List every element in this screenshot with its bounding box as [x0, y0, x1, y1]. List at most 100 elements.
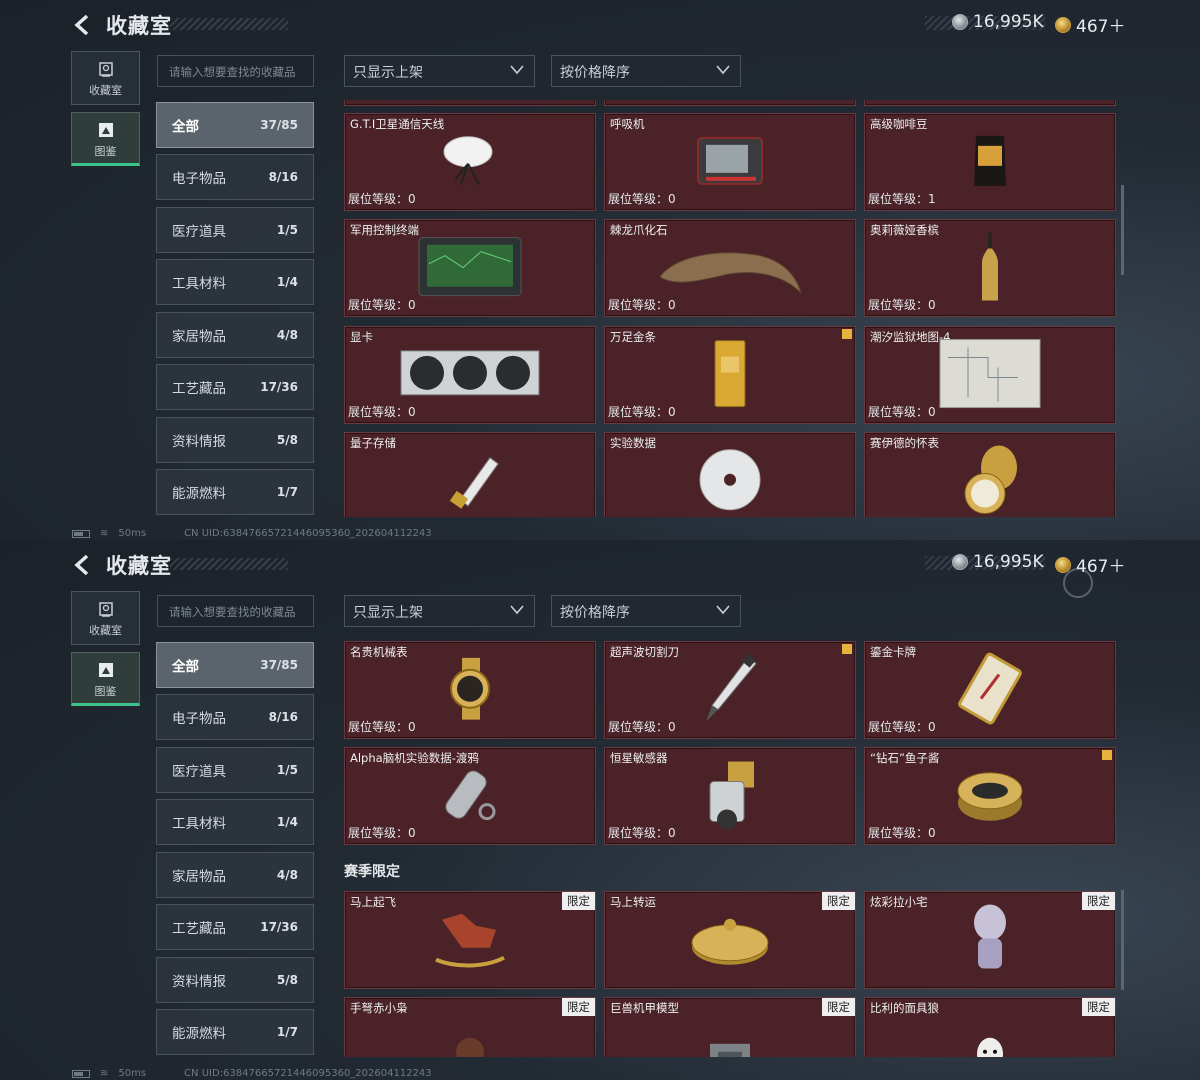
- collection-room-icon: [98, 62, 113, 77]
- collection-card[interactable]: 显卡 展位等级：0: [344, 326, 596, 424]
- satellite-dish-icon: [443, 136, 493, 186]
- collection-card[interactable]: [864, 100, 1116, 106]
- nav-codex[interactable]: 图鉴: [71, 652, 140, 706]
- claw-fossil-icon: [659, 252, 802, 294]
- back-arrow-icon[interactable]: [72, 554, 94, 576]
- category-medical[interactable]: 医疗道具 1/5: [156, 207, 314, 253]
- collection-card[interactable]: 鎏金卡牌 展位等级：0: [864, 641, 1116, 739]
- nav-collection-room[interactable]: 收藏室: [71, 591, 140, 645]
- figurine-icon: [974, 904, 1006, 969]
- collection-card[interactable]: 名贵机械表 展位等级：0: [344, 641, 596, 739]
- category-medical[interactable]: 医疗道具 1/5: [156, 747, 314, 793]
- category-all[interactable]: 全部 37/85: [156, 102, 314, 148]
- page-title: 收藏室: [106, 14, 172, 38]
- collection-card[interactable]: Alpha脑机实验数据-渡鸦 展位等级：0: [344, 747, 596, 845]
- collection-card[interactable]: “钻石”鱼子酱 展位等级：0: [864, 747, 1116, 845]
- ventilator-icon: [697, 136, 763, 185]
- data-capsule-icon: [445, 770, 496, 821]
- category-crafts[interactable]: 工艺藏品 17/36: [156, 904, 314, 950]
- category-tools[interactable]: 工具材料 1/4: [156, 259, 314, 305]
- category-energy[interactable]: 能源燃料 1/7: [156, 1009, 314, 1055]
- limited-badge: 限定: [1082, 892, 1115, 910]
- terminal-icon: [418, 237, 522, 297]
- search-input[interactable]: 请输入想要查找的收藏品: [157, 55, 314, 87]
- category-electronics[interactable]: 电子物品 8/16: [156, 154, 314, 200]
- collection-card[interactable]: 奥莉薇娅香槟 展位等级：0: [864, 219, 1116, 317]
- puppet-mask-icon: [977, 1037, 1003, 1057]
- fortune-wheel-icon: [691, 918, 769, 965]
- collection-card[interactable]: 恒星敏感器 展位等级：0: [604, 747, 856, 845]
- title-decoration: [170, 558, 288, 570]
- nav-collection-room[interactable]: 收藏室: [71, 51, 140, 105]
- collection-card-limited[interactable]: 巨兽机甲模型 限定: [604, 997, 856, 1057]
- category-energy[interactable]: 能源燃料 1/7: [156, 469, 314, 515]
- collection-card[interactable]: [604, 100, 856, 106]
- collection-card[interactable]: 棘龙爪化石 展位等级：0: [604, 219, 856, 317]
- collection-card-limited[interactable]: 马上起飞 限定: [344, 891, 596, 989]
- search-input[interactable]: 请输入想要查找的收藏品: [157, 595, 314, 627]
- silver-currency: 16,995K: [952, 552, 1044, 572]
- category-intel[interactable]: 资料情报 5/8: [156, 957, 314, 1003]
- warning-badge: [842, 329, 852, 339]
- display-filter-dropdown[interactable]: 只显示上架: [344, 55, 535, 87]
- collection-card[interactable]: 军用控制终端 展位等级：0: [344, 219, 596, 317]
- gold-bar-icon: [714, 340, 746, 408]
- collection-card[interactable]: 实验数据: [604, 432, 856, 517]
- sort-dropdown[interactable]: 按价格降序: [551, 595, 741, 627]
- collection-grid: 名贵机械表 展位等级：0 超声波切割刀 展位等级：0 鎏金卡牌 展位等级：0 A…: [344, 640, 1124, 1057]
- limited-badge: 限定: [822, 892, 855, 910]
- gold-currency[interactable]: 467＋: [1055, 12, 1125, 37]
- back-arrow-icon[interactable]: [72, 14, 94, 36]
- warning-badge: [842, 644, 852, 654]
- wifi-icon: ≋: [100, 528, 109, 539]
- collection-card[interactable]: 量子存储: [344, 432, 596, 517]
- hooded-figure-icon: [456, 1037, 484, 1057]
- collection-card[interactable]: 呼吸机 展位等级：0: [604, 113, 856, 211]
- collection-panel-top: 收藏室 16,995K 467＋ 收藏室 图鉴 请输入想要查找的收藏品 全部 37…: [0, 0, 1200, 540]
- category-electronics[interactable]: 电子物品 8/16: [156, 694, 314, 740]
- category-all[interactable]: 全部 37/85: [156, 642, 314, 688]
- chevron-down-icon: [716, 605, 730, 615]
- category-tools[interactable]: 工具材料 1/4: [156, 799, 314, 845]
- category-home[interactable]: 家居物品 4/8: [156, 852, 314, 898]
- collection-card[interactable]: 超声波切割刀 展位等级：0: [604, 641, 856, 739]
- category-home[interactable]: 家居物品 4/8: [156, 312, 314, 358]
- nav-codex[interactable]: 图鉴: [71, 112, 140, 166]
- collection-card[interactable]: 潮汐监狱地图-4 展位等级：0: [864, 326, 1116, 424]
- codex-icon: [98, 663, 113, 677]
- category-crafts[interactable]: 工艺藏品 17/36: [156, 364, 314, 410]
- scrollbar[interactable]: [1121, 890, 1124, 990]
- collection-card[interactable]: [344, 100, 596, 106]
- usb-drive-icon: [449, 457, 499, 509]
- coffee-bag-icon: [974, 135, 1006, 186]
- sensor-icon: [709, 761, 754, 830]
- target-reticle-icon: [1063, 568, 1093, 598]
- sort-dropdown[interactable]: 按价格降序: [551, 55, 741, 87]
- display-filter-dropdown[interactable]: 只显示上架: [344, 595, 535, 627]
- gilded-card-icon: [958, 652, 1022, 725]
- collection-card[interactable]: 赛伊德的怀表: [864, 432, 1116, 517]
- collection-card[interactable]: 万足金条 展位等级：0: [604, 326, 856, 424]
- warning-badge: [1102, 750, 1112, 760]
- silver-coin-icon: [952, 14, 968, 30]
- silver-currency: 16,995K: [952, 12, 1044, 32]
- collection-card-limited[interactable]: 炫彩拉小宅 限定: [864, 891, 1116, 989]
- title-decoration: [170, 18, 288, 30]
- collection-card-limited[interactable]: 手弩赤小枭 限定: [344, 997, 596, 1057]
- collection-card-limited[interactable]: 马上转运 限定: [604, 891, 856, 989]
- limited-badge: 限定: [562, 892, 595, 910]
- section-title-season: 赛季限定: [344, 864, 400, 880]
- scrollbar[interactable]: [1121, 185, 1124, 275]
- champagne-icon: [982, 232, 998, 301]
- collection-card-limited[interactable]: 比利的面具狼 限定: [864, 997, 1116, 1057]
- limited-badge: 限定: [822, 998, 855, 1016]
- chevron-down-icon: [510, 605, 524, 615]
- cutter-icon: [706, 653, 757, 722]
- category-intel[interactable]: 资料情报 5/8: [156, 417, 314, 463]
- codex-icon: [98, 123, 113, 137]
- limited-badge: 限定: [1082, 998, 1115, 1016]
- collection-card[interactable]: G.T.I卫星通信天线 展位等级：0: [344, 113, 596, 211]
- collection-card[interactable]: 高级咖啡豆 展位等级：1: [864, 113, 1116, 211]
- gold-coin-icon: [1055, 16, 1071, 33]
- collection-grid: G.T.I卫星通信天线 展位等级：0 呼吸机 展位等级：0 高级咖啡豆 展位等级…: [344, 100, 1124, 517]
